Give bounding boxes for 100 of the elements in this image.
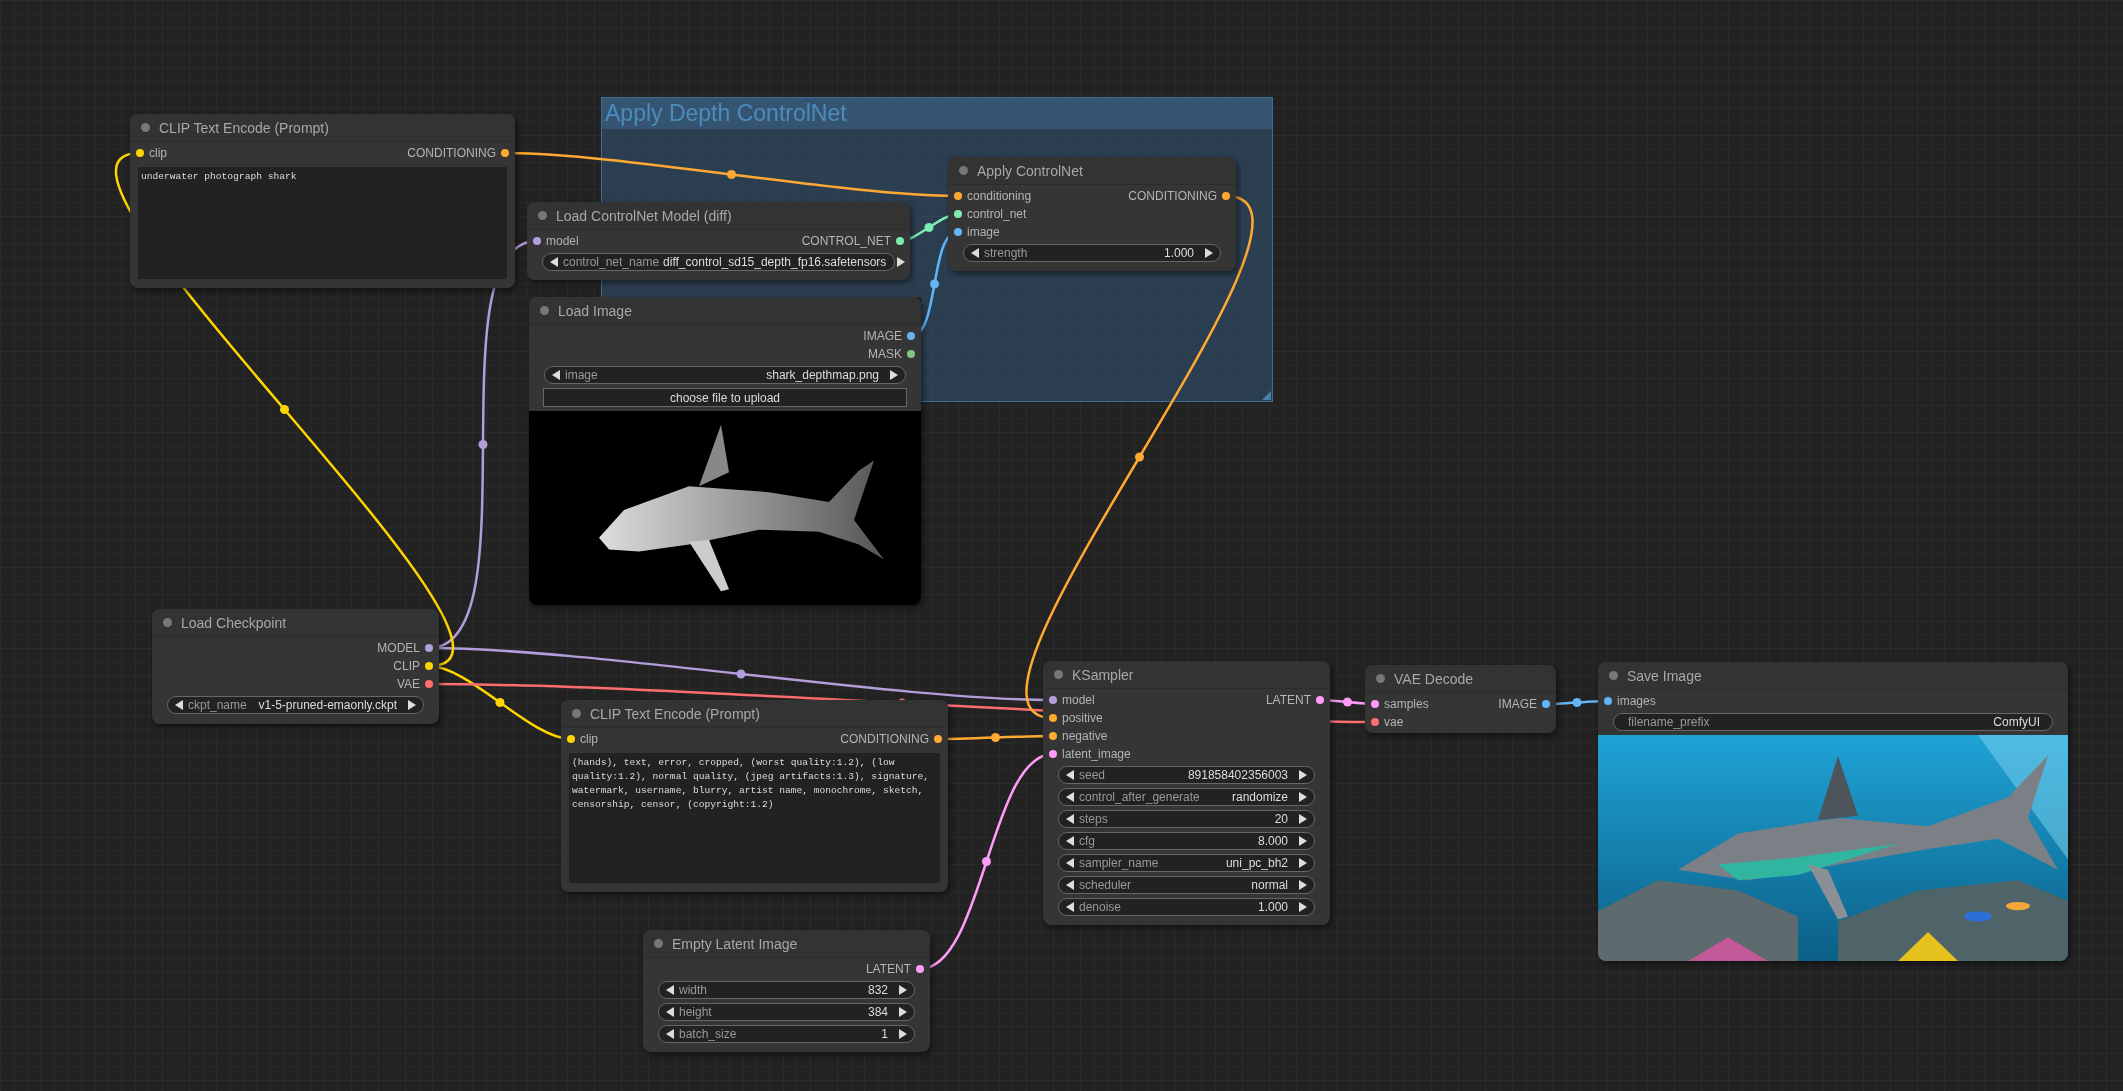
- output-socket[interactable]: [907, 350, 915, 358]
- output-socket[interactable]: [1316, 696, 1324, 704]
- right-arrow-icon[interactable]: [896, 257, 907, 267]
- node-panel[interactable]: [561, 700, 948, 892]
- right-arrow-icon[interactable]: [1298, 858, 1308, 868]
- output-socket[interactable]: [907, 332, 915, 340]
- output-socket[interactable]: [425, 662, 433, 670]
- number-widget[interactable]: seed 891858402356003: [1058, 766, 1315, 784]
- left-arrow-icon[interactable]: [1065, 858, 1075, 868]
- number-widget[interactable]: denoise 1.000: [1058, 898, 1315, 916]
- node-panel[interactable]: Empty Latent Image LATENT width 832 height 384 batch_size 1: [643, 930, 930, 1052]
- input-socket[interactable]: [533, 237, 541, 245]
- right-arrow-icon[interactable]: [898, 985, 908, 995]
- left-arrow-icon[interactable]: [551, 370, 561, 380]
- right-arrow-icon[interactable]: [1298, 902, 1308, 912]
- title-dot-icon[interactable]: [572, 709, 581, 718]
- number-widget[interactable]: cfg 8.000: [1058, 832, 1315, 850]
- title-dot-icon[interactable]: [654, 939, 663, 948]
- right-arrow-icon[interactable]: [1298, 836, 1308, 846]
- node-panel[interactable]: Load Checkpoint MODEL CLIP VAE ckpt_name v1-5-pruned-emaonly.ckpt: [152, 609, 439, 724]
- output-socket[interactable]: [896, 237, 904, 245]
- output-label: CONDITIONING: [1128, 189, 1217, 203]
- input-socket[interactable]: [1371, 700, 1379, 708]
- number-widget[interactable]: width 832: [658, 981, 915, 999]
- input-socket[interactable]: [1049, 732, 1057, 740]
- left-arrow-icon[interactable]: [665, 985, 675, 995]
- output-socket[interactable]: [916, 965, 924, 973]
- output-label: CONDITIONING: [407, 146, 496, 160]
- left-arrow-icon[interactable]: [665, 1029, 675, 1039]
- node-panel[interactable]: Load Image IMAGE MASK image shark_depthmap.png choose file to upload: [529, 297, 921, 605]
- node-panel[interactable]: Load ControlNet Model (diff) model CONTROL_NET control_net_name diff_control_sd15_depth_fp16.safetensors: [527, 202, 910, 280]
- number-widget[interactable]: height 384: [658, 1003, 915, 1021]
- prompt-text-field[interactable]: (hands), text, error, cropped, (worst quality:1.2), (low quality:1.2), normal quality, (jpeg artifacts:1.3), signature, watermark, username, blurry, artist name, monochrome, sketch, censorship, censor, (copyright:1.2): [569, 753, 940, 883]
- input-label: positive: [1062, 711, 1103, 725]
- prompt-text-field[interactable]: underwater photograph shark: [138, 167, 507, 279]
- number-widget[interactable]: batch_size 1: [658, 1025, 915, 1043]
- output-socket[interactable]: [1222, 192, 1230, 200]
- right-arrow-icon[interactable]: [898, 1007, 908, 1017]
- output-label: IMAGE: [1498, 697, 1537, 711]
- upload-button[interactable]: choose file to upload: [543, 388, 907, 407]
- title-dot-icon[interactable]: [1054, 670, 1063, 679]
- title-dot-icon[interactable]: [959, 166, 968, 175]
- title-dot-icon[interactable]: [141, 123, 150, 132]
- input-socket[interactable]: [954, 228, 962, 236]
- left-arrow-icon[interactable]: [1065, 792, 1075, 802]
- left-arrow-icon[interactable]: [1065, 880, 1075, 890]
- right-arrow-icon[interactable]: [407, 700, 417, 710]
- group-title: Apply Depth ControlNet: [605, 100, 847, 127]
- node-panel[interactable]: CLIP Text Encode (Prompt) clip CONDITIONING underwater photograph shark: [130, 114, 515, 288]
- combo-widget[interactable]: sampler_name uni_pc_bh2: [1058, 854, 1315, 872]
- left-arrow-icon[interactable]: [1065, 770, 1075, 780]
- output-socket[interactable]: [425, 680, 433, 688]
- input-socket[interactable]: [1049, 696, 1057, 704]
- input-socket[interactable]: [1371, 718, 1379, 726]
- left-arrow-icon[interactable]: [665, 1007, 675, 1017]
- input-socket[interactable]: [1049, 714, 1057, 722]
- input-socket[interactable]: [567, 735, 575, 743]
- right-arrow-icon[interactable]: [1204, 248, 1214, 258]
- output-label: MASK: [868, 347, 902, 361]
- output-socket[interactable]: [425, 644, 433, 652]
- output-socket[interactable]: [934, 735, 942, 743]
- node-panel[interactable]: VAE Decode samples IMAGE vae: [1365, 665, 1556, 733]
- right-arrow-icon[interactable]: [1298, 814, 1308, 824]
- node-panel[interactable]: KSampler model LATENT positive negative latent_image seed 891858402356003 control_after_generate randomize steps 20 cfg 8.000 sampler_name uni_pc_bh2 scheduler normal denoise 1.000: [1043, 661, 1330, 925]
- left-arrow-icon[interactable]: [1065, 814, 1075, 824]
- input-socket[interactable]: [954, 210, 962, 218]
- title-dot-icon[interactable]: [540, 306, 549, 315]
- right-arrow-icon[interactable]: [1298, 792, 1308, 802]
- text-input-field[interactable]: filename_prefix ComfyUI: [1613, 713, 2053, 731]
- output-socket[interactable]: [501, 149, 509, 157]
- title-dot-icon[interactable]: [1609, 671, 1618, 680]
- node-panel[interactable]: Save Image images filename_prefix ComfyUI: [1598, 662, 2068, 961]
- combo-widget[interactable]: image shark_depthmap.png: [544, 366, 906, 384]
- resize-handle-icon[interactable]: [1262, 391, 1271, 400]
- right-arrow-icon[interactable]: [889, 370, 899, 380]
- title-dot-icon[interactable]: [163, 618, 172, 627]
- right-arrow-icon[interactable]: [898, 1029, 908, 1039]
- left-arrow-icon[interactable]: [1065, 902, 1075, 912]
- right-arrow-icon[interactable]: [1298, 770, 1308, 780]
- output-socket[interactable]: [1542, 700, 1550, 708]
- number-widget[interactable]: strength 1.000: [963, 244, 1221, 262]
- left-arrow-icon[interactable]: [174, 700, 184, 710]
- combo-widget[interactable]: scheduler normal: [1058, 876, 1315, 894]
- input-socket[interactable]: [1049, 750, 1057, 758]
- left-arrow-icon[interactable]: [1065, 836, 1075, 846]
- combo-widget[interactable]: control_after_generate randomize: [1058, 788, 1315, 806]
- node-panel[interactable]: Apply ControlNet conditioning CONDITIONING control_net image strength 1.000: [948, 157, 1236, 271]
- title-dot-icon[interactable]: [538, 211, 547, 220]
- input-label: vae: [1384, 715, 1404, 729]
- left-arrow-icon[interactable]: [970, 248, 980, 258]
- combo-widget[interactable]: ckpt_name v1-5-pruned-emaonly.ckpt: [167, 696, 424, 714]
- title-dot-icon[interactable]: [1376, 674, 1385, 683]
- input-label: latent_image: [1062, 747, 1131, 761]
- left-arrow-icon[interactable]: [549, 257, 559, 267]
- input-socket[interactable]: [1604, 697, 1612, 705]
- right-arrow-icon[interactable]: [1298, 880, 1308, 890]
- input-socket[interactable]: [136, 149, 144, 157]
- number-widget[interactable]: steps 20: [1058, 810, 1315, 828]
- node-title: CLIP Text Encode (Prompt): [590, 705, 760, 722]
- input-socket[interactable]: [954, 192, 962, 200]
